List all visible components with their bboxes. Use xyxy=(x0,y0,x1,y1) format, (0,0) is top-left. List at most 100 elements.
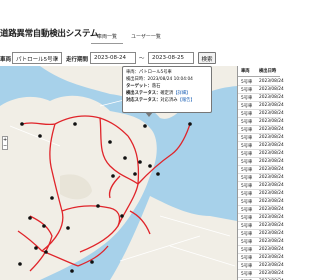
cell-datetime: 2023/08/24 xyxy=(259,151,284,156)
cell-datetime: 2023/08/24 xyxy=(259,271,284,276)
zoom-out-button[interactable]: − xyxy=(3,143,7,149)
cell-datetime: 2023/08/24 xyxy=(259,207,284,212)
table-row[interactable]: 5号車 2023/08/24 xyxy=(238,246,284,254)
cell-datetime: 2023/08/24 xyxy=(259,135,284,140)
cell-datetime: 2023/08/24 xyxy=(259,167,284,172)
vehicle-select[interactable]: パトロール5号車 ▾ xyxy=(12,52,62,64)
map-pin-icon xyxy=(70,269,74,273)
cell-datetime: 2023/08/24 xyxy=(259,175,284,180)
date-to-value: 2023-08-25 xyxy=(152,55,184,61)
table-row[interactable]: 5号車 2023/08/24 xyxy=(238,190,284,198)
map-pin-icon xyxy=(44,250,48,254)
nav-vehicles[interactable]: 車両一覧 xyxy=(90,33,124,44)
report-link[interactable]: 【報告】 xyxy=(178,98,195,103)
popup-response-status: 対応ステータス：対応済み【報告】 xyxy=(126,97,208,104)
detection-popup: 車両：パトロール5号車 検出日時：2023/08/24 10:04:04 ターゲ… xyxy=(122,66,212,113)
zoom-control: + − xyxy=(2,136,8,150)
cell-vehicle: 5号車 xyxy=(241,104,253,109)
map-pin-icon xyxy=(20,122,24,126)
popup-pointer xyxy=(145,112,153,117)
cell-vehicle: 5号車 xyxy=(241,136,253,141)
table-row[interactable]: 5号車 2023/08/24 xyxy=(238,206,284,214)
table-row[interactable]: 5号車 2023/08/24 xyxy=(238,118,284,126)
map-pin-icon xyxy=(133,172,137,176)
cell-datetime: 2023/08/24 xyxy=(259,223,284,228)
chevron-down-icon: ▾ xyxy=(55,56,58,62)
table-row[interactable]: 5号車 2023/08/24 xyxy=(238,150,284,158)
table-row[interactable]: 5号車 2023/08/24 xyxy=(238,238,284,246)
popup-detect-status-label: 検出ステータス： xyxy=(126,91,161,96)
table-row[interactable]: 5号車 2023/08/24 xyxy=(238,254,284,262)
cell-datetime: 2023/08/24 xyxy=(259,247,284,252)
cell-vehicle: 5号車 xyxy=(241,264,253,269)
date-to-input[interactable]: 2023-08-25 xyxy=(148,52,194,64)
table-row[interactable]: 5号車 2023/08/24 xyxy=(238,126,284,134)
map-pin-icon xyxy=(108,140,112,144)
table-row[interactable]: 5号車 2023/08/24 xyxy=(238,182,284,190)
map-pin-icon xyxy=(138,160,142,164)
table-row[interactable]: 5号車 2023/08/24 xyxy=(238,222,284,230)
map-pin-icon xyxy=(120,214,124,218)
popup-response-status-value: 対応済み xyxy=(160,98,178,103)
table-row[interactable]: 5号車 2023/08/24 xyxy=(238,166,284,174)
table-row[interactable]: 5号車 2023/08/24 xyxy=(238,174,284,182)
cell-datetime: 2023/08/24 xyxy=(259,191,284,196)
cell-vehicle: 5号車 xyxy=(241,176,253,181)
cell-datetime: 2023/08/24 xyxy=(259,263,284,268)
map-pin-icon xyxy=(90,260,94,264)
map-pin-icon xyxy=(28,216,32,220)
cell-datetime: 2023/08/24 xyxy=(259,127,284,132)
cell-datetime: 2023/08/24 xyxy=(259,199,284,204)
popup-response-status-label: 対応ステータス： xyxy=(126,98,161,103)
date-from-value: 2023-08-24 xyxy=(94,55,126,61)
cell-vehicle: 5号車 xyxy=(241,208,253,213)
table-row[interactable]: 5号車 2023/08/24 xyxy=(238,198,284,206)
map-pin-icon xyxy=(188,122,192,126)
detection-table: 車両 検出日時 5号車 2023/08/24 5号車 2023/08/24 5号車 202… xyxy=(237,66,284,280)
search-button[interactable]: 検索 xyxy=(198,52,216,64)
detail-link[interactable]: 【詳細】 xyxy=(173,91,190,96)
table-row[interactable]: 5号車 2023/08/24 xyxy=(238,110,284,118)
date-separator: ～ xyxy=(139,56,145,62)
table-row[interactable]: 5号車 2023/08/24 xyxy=(238,134,284,142)
cell-vehicle: 5号車 xyxy=(241,112,253,117)
cell-vehicle: 5号車 xyxy=(241,192,253,197)
map-pin-icon xyxy=(111,174,115,178)
cell-vehicle: 5号車 xyxy=(241,144,253,149)
map-pin-icon xyxy=(38,134,42,138)
cell-vehicle: 5号車 xyxy=(241,240,253,245)
table-row[interactable]: 5号車 2023/08/24 xyxy=(238,214,284,222)
map-pin-icon xyxy=(148,164,152,168)
table-row[interactable]: 5号車 2023/08/24 xyxy=(238,102,284,110)
popup-detect-status: 検出ステータス：確定済【詳細】 xyxy=(126,90,208,97)
cell-datetime: 2023/08/24 xyxy=(259,239,284,244)
table-row[interactable]: 5号車 2023/08/24 xyxy=(238,270,284,278)
cell-datetime: 2023/08/24 xyxy=(259,87,284,92)
cell-vehicle: 5号車 xyxy=(241,120,253,125)
table-row[interactable]: 5号車 2023/08/24 xyxy=(238,86,284,94)
app-header: 道路異常自動検出システム 車両一覧 ユーザー一覧 xyxy=(0,0,280,52)
cell-vehicle: 5号車 xyxy=(241,88,253,93)
map-pin-icon xyxy=(34,246,38,250)
filter-bar: 車両 パトロール5号車 ▾ 走行期間 2023-08-24 ～ 2023-08-… xyxy=(0,52,280,66)
column-header-vehicle: 車両 xyxy=(241,69,250,74)
cell-datetime: 2023/08/24 xyxy=(259,103,284,108)
map-pin-icon xyxy=(123,156,127,160)
cell-vehicle: 5号車 xyxy=(241,160,253,165)
cell-datetime: 2023/08/24 xyxy=(259,119,284,124)
table-row[interactable]: 5号車 2023/08/24 xyxy=(238,142,284,150)
app-title: 道路異常自動検出システム xyxy=(0,29,99,39)
popup-target-value: 落石 xyxy=(151,84,161,89)
table-row[interactable]: 5号車 2023/08/24 xyxy=(238,94,284,102)
period-label: 走行期間 xyxy=(66,57,89,63)
table-row[interactable]: 5号車 2023/08/24 xyxy=(238,262,284,270)
cell-datetime: 2023/08/24 xyxy=(259,231,284,236)
cell-vehicle: 5号車 xyxy=(241,184,253,189)
table-row[interactable]: 5号車 2023/08/24 xyxy=(238,230,284,238)
cell-vehicle: 5号車 xyxy=(241,200,253,205)
nav-users[interactable]: ユーザー一覧 xyxy=(131,33,161,40)
table-row[interactable]: 5号車 2023/08/24 xyxy=(238,78,284,86)
table-row[interactable]: 5号車 2023/08/24 xyxy=(238,158,284,166)
map-pin-icon xyxy=(73,122,77,126)
date-from-input[interactable]: 2023-08-24 xyxy=(90,52,136,64)
